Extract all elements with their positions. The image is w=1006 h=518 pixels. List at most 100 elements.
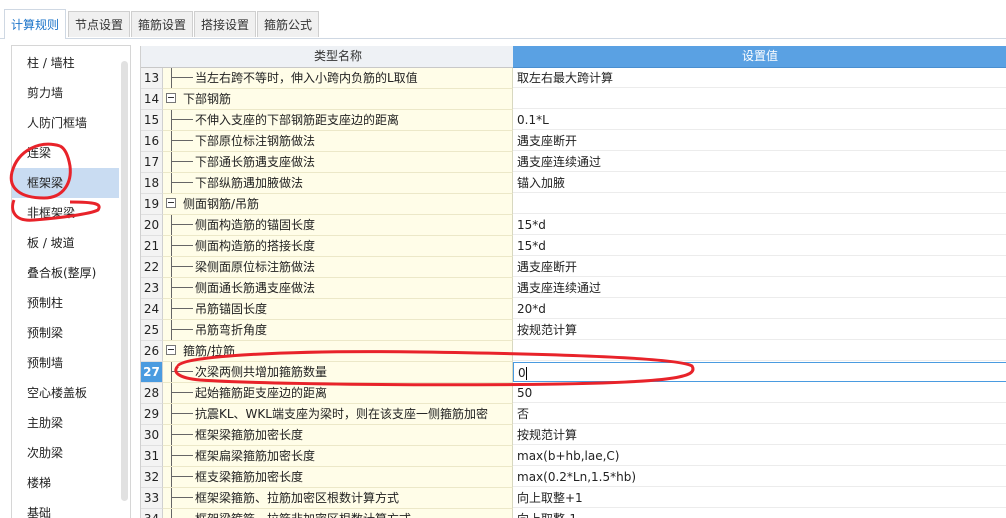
sidebar-item-civil-defense-wall[interactable]: 人防门框墙: [12, 108, 119, 138]
table-row[interactable]: 30 框架梁箍筋加密长度 按规范计算: [141, 425, 1006, 446]
cell-value[interactable]: [513, 341, 1006, 361]
tab-lap-settings[interactable]: 搭接设置: [194, 11, 257, 37]
sidebar-item-precast-column[interactable]: 预制柱: [12, 288, 119, 318]
sidebar-item-foundation[interactable]: 基础: [12, 498, 119, 518]
row-number[interactable]: 16: [141, 131, 163, 152]
cell-type-name[interactable]: 侧面构造筋的锚固长度: [163, 215, 513, 236]
cell-type-name[interactable]: 下部原位标注钢筋做法: [163, 131, 513, 152]
cell-type-name[interactable]: 框架梁箍筋、拉筋非加密区根数计算方式: [163, 509, 513, 518]
cell-value[interactable]: 20*d: [513, 299, 1006, 319]
row-number[interactable]: 14: [141, 89, 163, 110]
row-number[interactable]: 13: [141, 68, 163, 89]
cell-type-name[interactable]: 起始箍筋距支座边的距离: [163, 383, 513, 404]
sidebar-item-main-rib-beam[interactable]: 主肋梁: [12, 408, 119, 438]
cell-value[interactable]: 遇支座断开: [513, 131, 1006, 151]
tab-node-settings[interactable]: 节点设置: [68, 11, 131, 37]
cell-type-name[interactable]: 吊筋弯折角度: [163, 320, 513, 341]
sidebar-item-precast-beam[interactable]: 预制梁: [12, 318, 119, 348]
row-number[interactable]: 27: [141, 362, 163, 383]
cell-value[interactable]: [513, 89, 1006, 109]
cell-type-name[interactable]: 框架梁箍筋、拉筋加密区根数计算方式: [163, 488, 513, 509]
table-row[interactable]: 29 抗震KL、WKL端支座为梁时，则在该支座一侧箍筋加密 否: [141, 404, 1006, 425]
header-type-name[interactable]: 类型名称: [163, 46, 514, 68]
sidebar-item-composite-slab[interactable]: 叠合板(整厚): [12, 258, 119, 288]
cell-value[interactable]: 按规范计算: [513, 320, 1006, 340]
cell-value[interactable]: max(b+hb,lae,C): [513, 446, 1006, 466]
cell-value[interactable]: 取左右最大跨计算: [513, 68, 1006, 88]
cell-type-name[interactable]: 抗震KL、WKL端支座为梁时，则在该支座一侧箍筋加密: [163, 404, 513, 425]
row-number[interactable]: 24: [141, 299, 163, 320]
cell-value[interactable]: 向上取整+1: [513, 488, 1006, 508]
tab-stirrup-formula[interactable]: 箍筋公式: [257, 11, 320, 37]
cell-value[interactable]: 50: [513, 383, 1006, 403]
sidebar-item-frame-beam[interactable]: 框架梁: [12, 168, 119, 198]
cell-type-name[interactable]: 下部钢筋: [163, 89, 513, 110]
collapse-icon[interactable]: [166, 198, 176, 208]
tab-calc-rules[interactable]: 计算规则: [4, 9, 67, 39]
cell-value[interactable]: 锚入加腋: [513, 173, 1006, 193]
row-number[interactable]: 18: [141, 173, 163, 194]
table-group-row[interactable]: 19 侧面钢筋/吊筋: [141, 194, 1006, 215]
table-group-row[interactable]: 26 箍筋/拉筋: [141, 341, 1006, 362]
row-number[interactable]: 21: [141, 236, 163, 257]
tab-stirrup-settings[interactable]: 箍筋设置: [131, 11, 194, 37]
cell-value-editor[interactable]: 0: [513, 362, 1006, 382]
cell-value[interactable]: 按规范计算: [513, 425, 1006, 445]
collapse-icon[interactable]: [166, 93, 176, 103]
cell-type-name[interactable]: 次梁两侧共增加箍筋数量: [163, 362, 513, 383]
table-row[interactable]: 31 框架扁梁箍筋加密长度 max(b+hb,lae,C): [141, 446, 1006, 467]
sidebar-item-stair[interactable]: 楼梯: [12, 468, 119, 498]
sidebar-item-slab-ramp[interactable]: 板 / 坡道: [12, 228, 119, 258]
table-row[interactable]: 17 下部通长筋遇支座做法 遇支座连续通过: [141, 152, 1006, 173]
row-number[interactable]: 32: [141, 467, 163, 488]
sidebar-item-precast-wall[interactable]: 预制墙: [12, 348, 119, 378]
table-row[interactable]: 22 梁侧面原位标注筋做法 遇支座断开: [141, 257, 1006, 278]
table-row[interactable]: 13 当左右跨不等时，伸入小跨内负筋的L取值 取左右最大跨计算: [141, 68, 1006, 89]
row-number[interactable]: 19: [141, 194, 163, 215]
row-number[interactable]: 25: [141, 320, 163, 341]
cell-type-name[interactable]: 梁侧面原位标注筋做法: [163, 257, 513, 278]
cell-value[interactable]: 否: [513, 404, 1006, 424]
row-number[interactable]: 23: [141, 278, 163, 299]
table-row[interactable]: 24 吊筋锚固长度 20*d: [141, 299, 1006, 320]
sidebar-item-secondary-rib-beam[interactable]: 次肋梁: [12, 438, 119, 468]
table-row[interactable]: 16 下部原位标注钢筋做法 遇支座断开: [141, 131, 1006, 152]
row-number[interactable]: 28: [141, 383, 163, 404]
cell-value[interactable]: max(0.2*Ln,1.5*hb): [513, 467, 1006, 487]
row-number[interactable]: 22: [141, 257, 163, 278]
cell-value[interactable]: 遇支座连续通过: [513, 152, 1006, 172]
sidebar-item-coupling-beam[interactable]: 连梁: [12, 138, 119, 168]
table-row[interactable]: 28 起始箍筋距支座边的距离 50: [141, 383, 1006, 404]
sidebar-scrollbar[interactable]: [121, 61, 128, 501]
table-row[interactable]: 32 框支梁箍筋加密长度 max(0.2*Ln,1.5*hb): [141, 467, 1006, 488]
cell-value[interactable]: 15*d: [513, 215, 1006, 235]
cell-value[interactable]: 遇支座断开: [513, 257, 1006, 277]
table-row[interactable]: 21 侧面构造筋的搭接长度 15*d: [141, 236, 1006, 257]
cell-type-name[interactable]: 下部纵筋遇加腋做法: [163, 173, 513, 194]
row-number[interactable]: 33: [141, 488, 163, 509]
cell-value[interactable]: [513, 194, 1006, 214]
cell-value[interactable]: 遇支座连续通过: [513, 278, 1006, 298]
table-row[interactable]: 18 下部纵筋遇加腋做法 锚入加腋: [141, 173, 1006, 194]
row-number[interactable]: 15: [141, 110, 163, 131]
table-row[interactable]: 23 侧面通长筋遇支座做法 遇支座连续通过: [141, 278, 1006, 299]
row-number[interactable]: 29: [141, 404, 163, 425]
cell-type-name[interactable]: 当左右跨不等时，伸入小跨内负筋的L取值: [163, 68, 513, 89]
header-setting-value[interactable]: 设置值: [513, 46, 1006, 68]
cell-value[interactable]: 15*d: [513, 236, 1006, 256]
cell-type-name[interactable]: 侧面构造筋的搭接长度: [163, 236, 513, 257]
cell-type-name[interactable]: 框架梁箍筋加密长度: [163, 425, 513, 446]
table-row[interactable]: 25 吊筋弯折角度 按规范计算: [141, 320, 1006, 341]
cell-type-name[interactable]: 下部通长筋遇支座做法: [163, 152, 513, 173]
sidebar-item-column[interactable]: 柱 / 墙柱: [12, 48, 119, 78]
row-number[interactable]: 26: [141, 341, 163, 362]
row-number[interactable]: 17: [141, 152, 163, 173]
row-number[interactable]: 34: [141, 509, 163, 518]
cell-type-name[interactable]: 框架扁梁箍筋加密长度: [163, 446, 513, 467]
cell-type-name[interactable]: 吊筋锚固长度: [163, 299, 513, 320]
cell-value[interactable]: 向上取整-1: [513, 509, 1006, 518]
table-row[interactable]: 20 侧面构造筋的锚固长度 15*d: [141, 215, 1006, 236]
row-number[interactable]: 31: [141, 446, 163, 467]
cell-type-name[interactable]: 侧面通长筋遇支座做法: [163, 278, 513, 299]
row-number[interactable]: 30: [141, 425, 163, 446]
